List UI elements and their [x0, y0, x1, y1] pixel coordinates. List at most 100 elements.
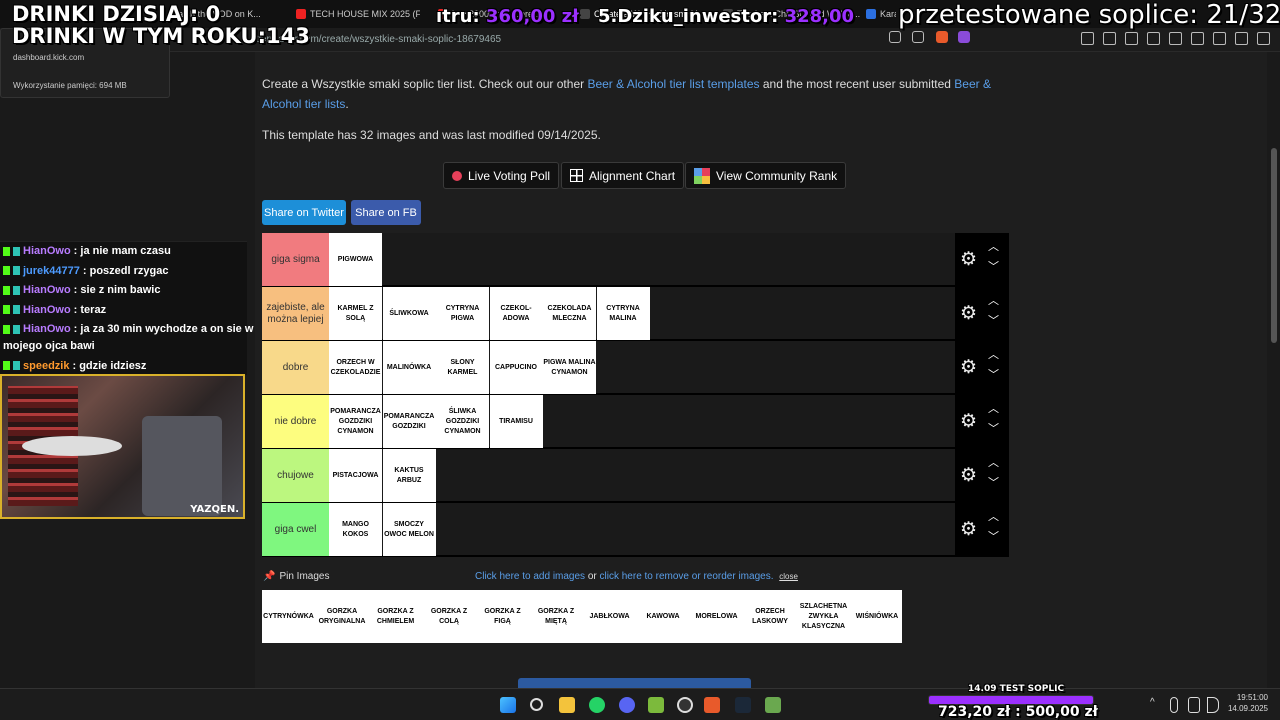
chat-username[interactable]: HianOwo	[23, 245, 71, 257]
tier-item[interactable]: SMOCZY OWOC MELON	[382, 503, 436, 556]
obs-icon[interactable]	[677, 697, 693, 713]
tier-label[interactable]: giga sigma	[262, 233, 329, 286]
chevron-down-icon[interactable]: ﹀	[988, 262, 999, 273]
scrollbar[interactable]	[1268, 52, 1280, 688]
tier-item[interactable]: CZEKOL-ADOWA	[489, 287, 543, 340]
chat-username[interactable]: HianOwo	[23, 304, 71, 316]
chevron-down-icon[interactable]: ﹀	[988, 478, 999, 489]
extension-icon[interactable]	[1081, 32, 1094, 45]
chevron-up-icon[interactable]: ︿	[988, 512, 999, 523]
menu-icon[interactable]	[1257, 32, 1270, 45]
chat-username[interactable]: HianOwo	[23, 284, 71, 296]
pool-item[interactable]: GORZKA Z COLĄ	[423, 590, 476, 643]
gear-icon[interactable]: ⚙	[960, 466, 977, 485]
pool-item[interactable]: KAWOWA	[637, 590, 690, 643]
music-icon[interactable]	[1147, 32, 1160, 45]
chevron-down-icon[interactable]: ﹀	[988, 532, 999, 543]
tier-item[interactable]: POMARANCZA GOZDZIKI CYNAMON	[329, 395, 382, 448]
add-images-link[interactable]: Click here to add images	[475, 571, 585, 582]
tier-item[interactable]: CYTRYNA MALINA	[596, 287, 650, 340]
pool-item[interactable]: CYTRYNÓWKA	[262, 590, 315, 643]
download-icon[interactable]	[1125, 32, 1138, 45]
chevron-up-icon[interactable]: ︿	[988, 458, 999, 469]
pool-item[interactable]: GORZKA Z CHMIELEM	[369, 590, 422, 643]
pool-item[interactable]: JABŁKOWA	[583, 590, 636, 643]
tier-item[interactable]: ORZECH W CZEKOLADZIE	[329, 341, 382, 394]
wallet-icon[interactable]	[1191, 32, 1204, 45]
pool-item[interactable]: GORZKA Z FIGĄ	[476, 590, 529, 643]
tier-label[interactable]: chujowe	[262, 449, 329, 502]
gear-icon[interactable]: ⚙	[960, 358, 977, 377]
app-icon[interactable]	[765, 697, 781, 713]
brave-shield-icon[interactable]	[936, 31, 948, 43]
brave-browser-icon[interactable]	[704, 697, 720, 713]
tier-item[interactable]: PIGWOWA	[329, 233, 382, 286]
gear-icon[interactable]: ⚙	[960, 520, 977, 539]
search-icon[interactable]	[530, 698, 543, 711]
sidebar-icon[interactable]	[1169, 32, 1182, 45]
brave-rewards-icon[interactable]	[958, 31, 970, 43]
tier-label[interactable]: nie dobre	[262, 395, 329, 448]
discord-icon[interactable]	[619, 697, 635, 713]
chat-username[interactable]: speedzik	[23, 360, 69, 372]
chevron-down-icon[interactable]: ﹀	[988, 424, 999, 435]
tier-item[interactable]: ŚLIWKA GOZDZIKI CYNAMON	[436, 395, 489, 448]
pool-item[interactable]: GORZKA ORYGINALNA	[316, 590, 369, 643]
pool-item[interactable]: MORELOWA	[690, 590, 743, 643]
beer-alcohol-templates-link[interactable]: Beer & Alcohol tier list templates	[587, 77, 759, 91]
leo-ai-icon[interactable]	[1213, 32, 1226, 45]
tier-item[interactable]: KARMEL Z SOLĄ	[329, 287, 382, 340]
app-icon[interactable]	[648, 697, 664, 713]
pin-images-toggle[interactable]: 📌 Pin Images	[263, 571, 329, 582]
chevron-down-icon[interactable]: ﹀	[988, 316, 999, 327]
whatsapp-icon[interactable]	[589, 697, 605, 713]
tier-item[interactable]: SŁONY KARMEL	[436, 341, 489, 394]
tier-item[interactable]: PIGWA MALINA CYNAMON	[543, 341, 596, 394]
steam-icon[interactable]	[735, 697, 751, 713]
view-community-rank-button[interactable]: View Community Rank	[685, 162, 847, 189]
network-icon[interactable]	[1188, 697, 1200, 713]
tier-item[interactable]: ŚLIWKOWA	[382, 287, 436, 340]
translate-icon[interactable]	[889, 31, 901, 43]
gear-icon[interactable]: ⚙	[960, 412, 977, 431]
chevron-up-icon[interactable]: ^	[1150, 697, 1155, 708]
tier-item[interactable]: MALINÓWKA	[382, 341, 436, 394]
chevron-up-icon[interactable]: ︿	[988, 404, 999, 415]
microphone-icon[interactable]	[1170, 697, 1178, 713]
bookmark-icon[interactable]	[912, 31, 924, 43]
taskbar-clock[interactable]: 19:51:00 14.09.2025	[1224, 692, 1268, 714]
chat-username[interactable]: HianOwo	[23, 323, 71, 335]
chevron-up-icon[interactable]: ︿	[988, 242, 999, 253]
tier-item[interactable]: MANGO KOKOS	[329, 503, 382, 556]
gear-icon[interactable]: ⚙	[960, 304, 977, 323]
chevron-up-icon[interactable]: ︿	[988, 350, 999, 361]
tier-item[interactable]: PISTACJOWA	[329, 449, 382, 502]
browser-tab[interactable]: TECH HOUSE MIX 2025 (Fishe...	[296, 5, 420, 23]
share-twitter-button[interactable]: Share on Twitter	[262, 200, 346, 225]
vpn-icon[interactable]	[1235, 32, 1248, 45]
tier-item[interactable]: TIRAMISU	[489, 395, 543, 448]
browser-tab[interactable]: Karaoke...	[866, 5, 896, 23]
tier-label[interactable]: zajebiste, ale można lepiej	[262, 287, 329, 340]
live-voting-poll-button[interactable]: Live Voting Poll	[443, 162, 560, 189]
pool-item[interactable]: WIŚNIÓWKA	[851, 590, 904, 643]
gear-icon[interactable]: ⚙	[960, 250, 977, 269]
share-fb-button[interactable]: Share on FB	[351, 200, 421, 225]
pool-item[interactable]: ORZECH LASKOWY	[744, 590, 797, 643]
tier-item[interactable]: CYTRYNA PIGWA	[436, 287, 489, 340]
tier-label[interactable]: giga cwel	[262, 503, 329, 556]
tier-label[interactable]: dobre	[262, 341, 329, 394]
chat-username[interactable]: jurek44777	[23, 265, 80, 277]
close-link[interactable]: close	[779, 572, 798, 581]
tier-item[interactable]: CAPPUCINO	[489, 341, 543, 394]
tier-item[interactable]: CZEKOLADA MLECZNA	[543, 287, 596, 340]
chevron-up-icon[interactable]: ︿	[988, 296, 999, 307]
volume-icon[interactable]	[1207, 697, 1219, 713]
pool-item[interactable]: GORZKA Z MIĘTĄ	[530, 590, 583, 643]
scrollbar-thumb[interactable]	[1271, 148, 1277, 343]
file-explorer-icon[interactable]	[559, 697, 575, 713]
remove-reorder-link[interactable]: click here to remove or reorder images.	[600, 571, 774, 582]
tier-item[interactable]: POMARANCZA GOZDZIKI	[382, 395, 436, 448]
alignment-chart-button[interactable]: Alignment Chart	[561, 162, 685, 189]
windows-start-icon[interactable]	[500, 697, 516, 713]
